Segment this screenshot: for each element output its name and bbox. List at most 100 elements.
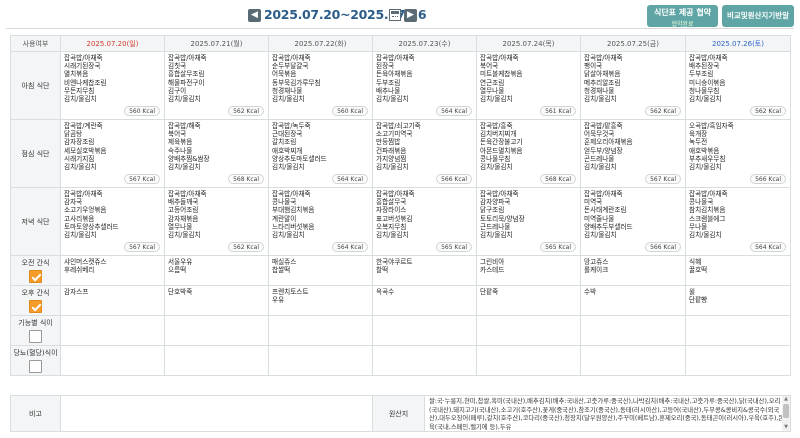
week-navigation-bar: ◀ 2025.07.20~2025.07.26 ▶ 식단표 제공 협약 협약완료… (6, 2, 794, 29)
snack-item: 감자스프 (64, 288, 89, 296)
meal-item: 김치/물김치 (168, 95, 201, 104)
meal-item: 잡곡밥/아채죽 (689, 190, 728, 198)
day-header-thu: 2025.07.24(목) (476, 35, 581, 52)
snack-cell: 망고쥬스 롤케이크 (580, 255, 686, 286)
checked-checkbox[interactable] (29, 270, 42, 283)
meal-item: 무나물 (689, 222, 708, 231)
meal-item: 김치/물김치 (689, 95, 722, 104)
meal-item: 양배추두부샐러드 (584, 222, 633, 231)
meal-item: 잡곡밥/아채죽 (64, 190, 103, 198)
breakfast-cell: 잡곡밥/아채죽 팽이국 닭살아채볶음 메추리알조림 청경채나물 김치/물김치 562 Kca… (580, 51, 686, 120)
meal-item: 잡곡밥/아채죽 (272, 190, 311, 198)
meal-item: 김치/물김치 (376, 95, 409, 104)
meal-item: 김치/물김치 (689, 163, 722, 172)
kcal-badge: 565 Kcal (436, 242, 472, 252)
kcal-badge: 566 Kcal (645, 242, 681, 252)
meal-item-list: 잡곡밥/아채죽 감자양파국 닭구조림 토토리묵/양념장 근드레나물 김치/물김치 (480, 190, 577, 239)
dinner-cell: 잡곡밥/아채죽 배추들깨국 고등어조림 감자채볶음 열무나물 김치/물김치 562 Kcal (164, 187, 269, 256)
empty-diet-cell (580, 315, 686, 346)
meal-item: 녹두전 (689, 138, 708, 147)
row-label-dinner: 저녁 식단 (10, 187, 61, 256)
meal-item-list: 잡곡밥/팥흥죽 어묵무것국 훈제오리아채볶음 얻두부/양념장 곤드레나물 김치/물김치 (584, 122, 682, 171)
meal-item: 잡곡밥/아채죽 (272, 54, 311, 62)
meal-item: 고등어조림 (168, 206, 199, 215)
scroll-down-icon[interactable]: ▼ (783, 425, 789, 430)
kcal-badge: 564 Kcal (332, 174, 368, 184)
meal-item: 스크램블에그 (689, 214, 726, 223)
meal-item-list: 잡곡밥/흥죽 김치버지찌개 돈육간장불고기 아몬드멸치볶음 콩나물무침 김치/물김치 (480, 122, 577, 171)
row-label-text: 아침 식단 (21, 81, 50, 90)
meal-item-list: 잡곡밥/해죽 북어국 제육볶음 숙주나물 양배추찜&쌈장 김치/물김치 (168, 122, 265, 171)
lunch-cell: 오곡밥/흑임자죽 육개장 녹두전 애호박볶음 부추새우무침 김치/물김치 566 Kcal (685, 119, 791, 188)
meal-item: 청나물무침 (689, 86, 720, 95)
lunch-cell: 잡곡밥/팥흥죽 어묵무것국 훈제오리아채볶음 얻두부/양념장 곤드레나물 김치/물김치 56… (580, 119, 686, 188)
diabetic-diet-row: 당뇨(혈당)식이 (10, 345, 791, 376)
kcal-badge: 568 Kcal (540, 174, 576, 184)
meal-item: 곤드레나물 (584, 154, 615, 163)
scroll-thumb[interactable] (783, 404, 789, 418)
empty-diet-cell (685, 345, 791, 376)
meal-item-list: 잡곡밥/계란죽 닭곰탕 감자장조림 세모실호박볶음 시래기지짐 김치/물김치 (64, 122, 161, 171)
kcal-badge: 565 Kcal (540, 242, 576, 252)
row-label-diabetic: 당뇨(혈당)식이 (10, 345, 61, 376)
meal-item: 잡곡밥/아채죽 (584, 54, 623, 62)
meal-item: 무돈지무침 (64, 86, 95, 95)
breakfast-row: 아침 식단 잡곡밥/아채죽 시래기된장국 멸치볶음 비엔나케찹조림 무돈지무침 김치/물김치… (10, 51, 791, 120)
dinner-cell: 잡곡밥/아채죽 콩나물국 참치김치볶음 스크램블에그 무나물 김치/물김치 564 Kcal (685, 187, 791, 256)
scroll-up-icon[interactable]: ▲ (783, 397, 789, 402)
meal-item: 오곡밥/흑임자죽 (689, 122, 734, 130)
unchecked-checkbox[interactable] (29, 360, 42, 373)
meal-item: 두부조림 (376, 78, 401, 87)
lunch-row: 점심 식단 잡곡밥/계란죽 닭곰탕 감자장조림 세모실호박볶음 시래기지짐 김치/물김치 56… (10, 119, 791, 188)
snack-item: 찰떡 (376, 266, 389, 275)
meal-item: 어묵볶음 (272, 70, 297, 79)
meal-item: 메추리알조림 (584, 78, 621, 87)
meal-item: 김치/물김치 (272, 95, 305, 104)
row-label-lunch: 점심 식단 (10, 119, 61, 188)
meal-item: 흥합살무조림 (168, 70, 205, 79)
kcal-badge: 562 Kcal (750, 106, 786, 116)
meal-item: 해물파전구이 (168, 78, 205, 87)
snack-item: 찹쌀떡 (272, 266, 291, 275)
origin-scrollbar[interactable]: ▲ ▼ (782, 396, 790, 431)
kcal-badge: 561 Kcal (540, 106, 576, 116)
weekly-menu-table: 사용여부 2025.07.20(일) 2025.07.21(월) 2025.07… (10, 35, 791, 376)
meal-agreement-button[interactable]: 식단표 제공 협약 협약완료 (647, 5, 718, 28)
next-week-button[interactable]: ▶ (404, 9, 417, 22)
meal-item: 청경채나물 (272, 86, 303, 95)
empty-diet-cell (685, 315, 791, 346)
meal-item-list: 잡곡밥/녹두죽 근대된장국 갈치조림 애호박찌개 양상추토마토샐러드 김치/물김치 (272, 122, 369, 171)
meal-item: 김치/물김치 (168, 163, 201, 172)
lunch-cell: 잡곡밥/녹두죽 근대된장국 갈치조림 애호박찌개 양상추토마토샐러드 김치/물김치 564 … (268, 119, 373, 188)
meal-item: 감자채볶음 (168, 214, 199, 223)
day-header-sun: 2025.07.20(일) (60, 35, 165, 52)
meal-item: 김치/물김치 (480, 95, 513, 104)
remarks-value (60, 395, 373, 432)
meal-item: 김치/물김치 (272, 163, 305, 172)
meal-item: 배추나물 (376, 86, 401, 95)
snack-cell: 윌 단팥빵 (685, 285, 791, 316)
prev-week-button[interactable]: ◀ (248, 9, 261, 22)
meal-item: 돈사태계란조림 (584, 206, 627, 215)
meal-item-list: 잡곡밥/아채죽 흥합살무국 자장라이스 표고버섯볶김 오복지무침 김치/물김치 (376, 190, 473, 239)
triangle-left-icon: ◀ (251, 10, 258, 20)
meal-item: 얻두부/양념장 (584, 146, 623, 155)
meal-item: 잡곡밥/아채죽 (480, 190, 519, 198)
meal-item: 잡곡밥/아채죽 (168, 54, 207, 62)
meal-item: 애호박찌개 (272, 146, 303, 155)
kcal-badge: 560 Kcal (124, 106, 160, 116)
snack-item: 샤인머스캣쥬스 (64, 258, 107, 266)
checked-checkbox[interactable] (29, 300, 42, 313)
empty-diet-cell (268, 345, 373, 376)
unchecked-checkbox[interactable] (29, 330, 42, 343)
calendar-icon[interactable] (389, 9, 401, 21)
meal-item: 미트볼케찹볶음 (480, 70, 523, 79)
compare-origin-button[interactable]: 비교및원산지기반알 (722, 5, 794, 27)
lunch-cell: 잡곡밥/계란죽 닭곰탕 감자장조림 세모실호박볶음 시래기지짐 김치/물김치 567 Kca… (60, 119, 165, 188)
meal-item: 잡곡밥/쇠고기죽 (376, 122, 421, 130)
snack-item: 단팥죽 (480, 288, 499, 296)
meal-item: 시래기지짐 (64, 154, 95, 163)
meal-item: 잡곡밥/아채죽 (64, 54, 103, 62)
breakfast-cell: 잡곡밥/아채죽 순두부달걀국 어묵볶음 동부묵김가루무침 청경채나물 김치/물김치 560 … (268, 51, 373, 120)
pm-snack-row: 오후 간식 감자스프 단호박죽 프렌치토스트 우유 옥곡수 단팥죽 수박 윌 단팥빵 (10, 285, 791, 316)
